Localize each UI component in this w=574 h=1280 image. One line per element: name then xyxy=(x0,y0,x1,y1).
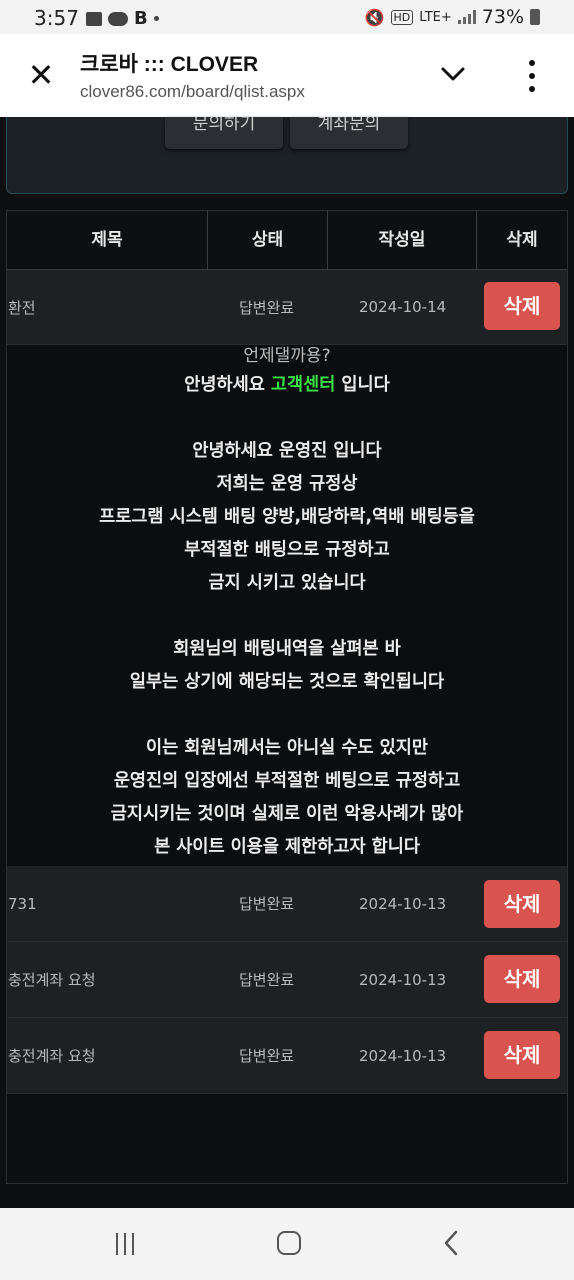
signal-icon xyxy=(457,10,476,24)
answer-line: 본 사이트 이용을 제한하고자 합니다 xyxy=(154,837,420,857)
row-subject[interactable]: 731 xyxy=(8,866,37,941)
table-row[interactable]: 충전계좌 요청 답변완료 2024-10-13 삭제 xyxy=(7,942,567,1018)
page-title: 크로바 ::: CLOVER xyxy=(80,53,259,76)
answer-line: 운영진의 입장에선 부적절한 베팅으로 규정하고 xyxy=(113,771,461,791)
inquiry-button-label: 문의하기 xyxy=(192,117,256,134)
inquiry-panel xyxy=(6,117,568,194)
delete-button[interactable]: 삭제 xyxy=(484,282,560,330)
answer-line xyxy=(7,600,567,633)
inquiry-button[interactable]: 문의하기 xyxy=(165,117,283,149)
row-subject[interactable]: 환전 xyxy=(8,270,36,344)
status-time: 3:57 xyxy=(34,6,79,30)
header-delete: 삭제 xyxy=(506,230,538,250)
table-header: 제목 상태 작성일 삭제 xyxy=(7,211,567,270)
delete-button[interactable]: 삭제 xyxy=(484,1031,560,1079)
gallery-icon xyxy=(86,11,102,26)
answer-line: 금지 시키고 있습니다 xyxy=(208,573,366,593)
row-subject[interactable]: 충전계좌 요청 xyxy=(8,942,96,1017)
answer-line xyxy=(7,402,567,435)
account-inquiry-button[interactable]: 계좌문의 xyxy=(290,117,408,149)
mute-icon: 🔇 xyxy=(364,7,385,27)
answer-body: 안녕하세요 고객센터 입니다 안녕하세요 운영진 입니다 저희는 운영 규정상 … xyxy=(7,369,567,864)
system-nav-bar xyxy=(0,1208,574,1280)
cloud-icon xyxy=(108,11,128,26)
table-row[interactable]: 충전계좌 요청 답변완료 2024-10-13 삭제 xyxy=(7,1018,567,1094)
question-text: 언제댈까용? xyxy=(243,346,331,366)
answer-content: 언제댈까용? 안녕하세요 고객센터 입니다 안녕하세요 운영진 입니다 저희는 … xyxy=(7,345,567,866)
customer-center-highlight: 고객센터 xyxy=(270,375,336,395)
status-bar: 3:57 B 🔇 HD LTE+ 73% xyxy=(0,0,574,34)
network-type: LTE+ xyxy=(419,9,452,25)
row-date: 2024-10-13 xyxy=(359,1046,447,1065)
answer-line: 부적절한 배팅으로 규정하고 xyxy=(184,540,390,560)
answer-line: 저희는 운영 규정상 xyxy=(216,474,358,494)
home-icon[interactable] xyxy=(277,1231,301,1255)
row-status: 답변완료 xyxy=(239,298,295,317)
row-subject[interactable]: 충전계좌 요청 xyxy=(8,1018,96,1093)
close-icon[interactable]: ✕ xyxy=(24,58,58,92)
row-date: 2024-10-14 xyxy=(359,298,447,316)
answer-greeting: 안녕하세요 고객센터 입니다 xyxy=(184,375,390,395)
header-date: 작성일 xyxy=(328,211,477,270)
b-app-icon: B xyxy=(134,8,148,29)
answer-line: 금지시키는 것이며 실제로 이런 악용사례가 많아 xyxy=(110,804,464,824)
browser-tab-header: ✕ 크로바 ::: CLOVER clover86.com/board/qlis… xyxy=(0,34,574,117)
answer-line: 회원님의 배팅내역을 살펴본 바 xyxy=(173,639,401,659)
delete-button[interactable]: 삭제 xyxy=(484,880,560,928)
row-date: 2024-10-13 xyxy=(359,894,447,913)
notification-dot-icon xyxy=(153,16,159,21)
answer-line: 안녕하세요 운영진 입니다 xyxy=(192,441,382,461)
recents-icon[interactable] xyxy=(116,1233,134,1255)
table-row[interactable]: 환전 답변완료 2024-10-14 삭제 xyxy=(7,270,567,345)
back-icon[interactable] xyxy=(442,1230,460,1256)
inquiry-table: 제목 상태 작성일 삭제 환전 답변완료 2024-10-14 삭제 언제댈까용… xyxy=(6,210,568,1184)
hd-voice-icon: HD xyxy=(390,9,414,25)
row-status: 답변완료 xyxy=(239,1047,295,1065)
row-date: 2024-10-13 xyxy=(359,970,447,989)
delete-button[interactable]: 삭제 xyxy=(484,955,560,1003)
account-inquiry-button-label: 계좌문의 xyxy=(317,117,381,134)
page-url: clover86.com/board/qlist.aspx xyxy=(80,82,305,101)
header-subject: 제목 xyxy=(7,211,208,270)
row-status: 답변완료 xyxy=(239,971,295,989)
chevron-down-icon[interactable] xyxy=(438,62,468,86)
answer-line: 프로그램 시스템 배팅 양방,배당하락,역배 배팅등을 xyxy=(99,507,475,527)
more-options-icon[interactable] xyxy=(522,60,542,92)
answer-line: 일부는 상기에 해당되는 것으로 확인됩니다 xyxy=(129,672,445,692)
battery-percent: 73% xyxy=(481,6,524,28)
header-status: 상태 xyxy=(208,211,328,270)
answer-line: 이는 회원님께서는 아니실 수도 있지만 xyxy=(146,738,428,758)
table-row[interactable]: 731 답변완료 2024-10-13 삭제 xyxy=(7,866,567,942)
battery-icon xyxy=(530,9,540,25)
row-status: 답변완료 xyxy=(239,895,295,913)
answer-line xyxy=(7,699,567,732)
